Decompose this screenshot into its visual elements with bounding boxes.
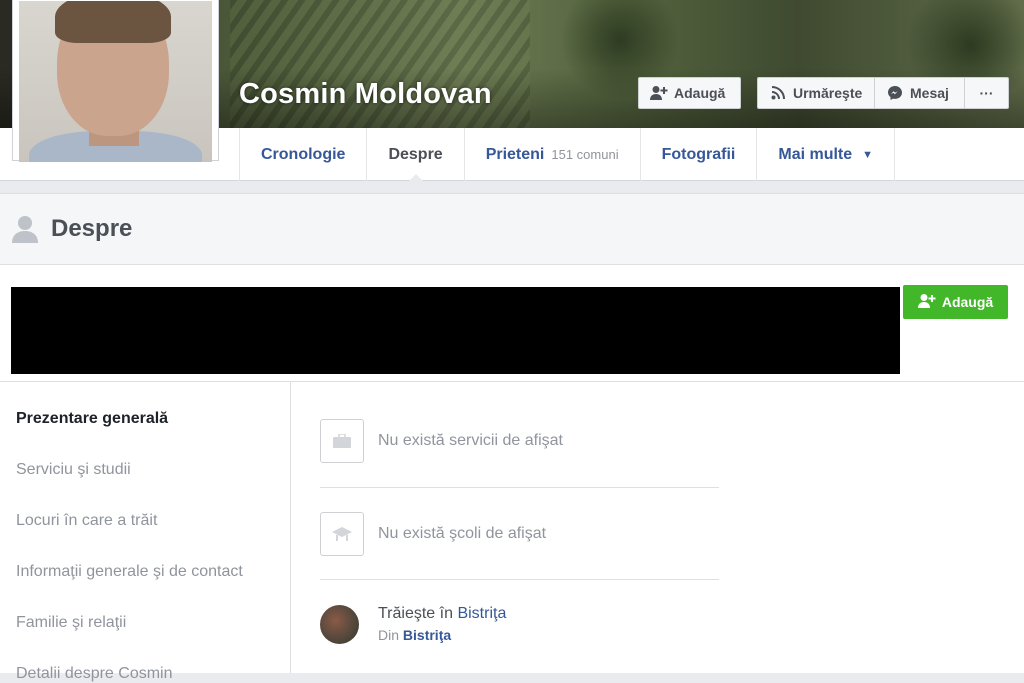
more-options-icon: ··· (979, 85, 994, 101)
tab-fotografii[interactable]: Fotografii (641, 128, 758, 181)
person-icon (12, 215, 38, 243)
from-prefix: Din (378, 627, 403, 643)
tab-prieteni[interactable]: Prieteni 151 comuni (465, 128, 641, 181)
row-divider (320, 487, 719, 488)
about-content: Adaugă Prezentare generală Serviciu şi s… (0, 265, 1024, 682)
profile-name[interactable]: Cosmin Moldovan (239, 78, 492, 111)
active-tab-indicator (407, 174, 424, 182)
tab-mai-multe[interactable]: Mai multe ▼ (757, 128, 896, 181)
location-photo[interactable] (320, 605, 359, 644)
add-friend-green-label: Adaugă (941, 294, 994, 310)
message-button[interactable]: Mesaj (874, 77, 965, 109)
lives-in-city-link[interactable]: Bistriţa (457, 605, 506, 622)
add-friend-green-button[interactable]: Adaugă (903, 285, 1008, 319)
about-section-header: Despre (0, 193, 1024, 265)
tab-despre[interactable]: Despre (367, 128, 465, 182)
tab-label: Mai multe (778, 145, 853, 163)
profile-picture-hair (55, 1, 171, 43)
profile-picture-tag: SA (19, 145, 21, 160)
profile-picture-frame[interactable]: SA (12, 0, 219, 162)
about-sidebar: Prezentare generală Serviciu şi studii L… (0, 382, 291, 682)
section-title: Despre (51, 215, 133, 242)
tab-label: Prieteni (485, 145, 545, 163)
sidebar-item-family[interactable]: Familie şi relaţii (16, 614, 126, 632)
mutual-friends-count: 151 comuni (551, 147, 619, 162)
add-person-icon (917, 293, 936, 312)
sidebar-item-details[interactable]: Detalii despre Cosmin (16, 665, 173, 683)
profile-picture: SA (19, 1, 212, 162)
tab-cronologie[interactable]: Cronologie (240, 128, 368, 181)
sidebar-item-work-education[interactable]: Serviciu şi studii (16, 461, 131, 479)
tab-label: Fotografii (661, 145, 736, 163)
add-person-icon (650, 85, 668, 101)
chevron-down-icon: ▼ (862, 148, 874, 161)
sidebar-item-overview[interactable]: Prezentare generală (16, 410, 168, 428)
no-school-text: Nu există şcoli de afişat (378, 525, 547, 542)
follow-button[interactable]: Urmăreşte (757, 77, 875, 109)
lives-in-text: Trăieşte în Bistriţa (378, 605, 506, 623)
add-friend-button[interactable]: Adaugă (638, 77, 741, 109)
tab-label: Despre (388, 145, 443, 163)
no-work-text: Nu există servicii de afişat (378, 432, 563, 449)
briefcase-icon (320, 419, 364, 463)
profile-tabs: Cronologie Despre Prieteni 151 comuni Fo… (239, 128, 896, 182)
rss-icon (769, 85, 787, 101)
from-text: Din Bistriţa (378, 627, 451, 643)
redacted-block (11, 287, 900, 374)
messenger-icon (886, 85, 904, 101)
from-city-link[interactable]: Bistriţa (403, 627, 451, 643)
row-divider (320, 579, 719, 580)
message-label: Mesaj (910, 85, 949, 101)
lives-in-prefix: Trăieşte în (378, 605, 458, 622)
sidebar-item-contact-info[interactable]: Informaţii generale şi de contact (16, 563, 243, 581)
tab-label: Cronologie (261, 145, 346, 163)
school-icon (320, 512, 364, 556)
follow-label: Urmăreşte (793, 85, 863, 101)
more-options-button[interactable]: ··· (964, 77, 1009, 109)
sidebar-item-places[interactable]: Locuri în care a trăit (16, 512, 157, 530)
add-friend-label: Adaugă (674, 85, 726, 101)
